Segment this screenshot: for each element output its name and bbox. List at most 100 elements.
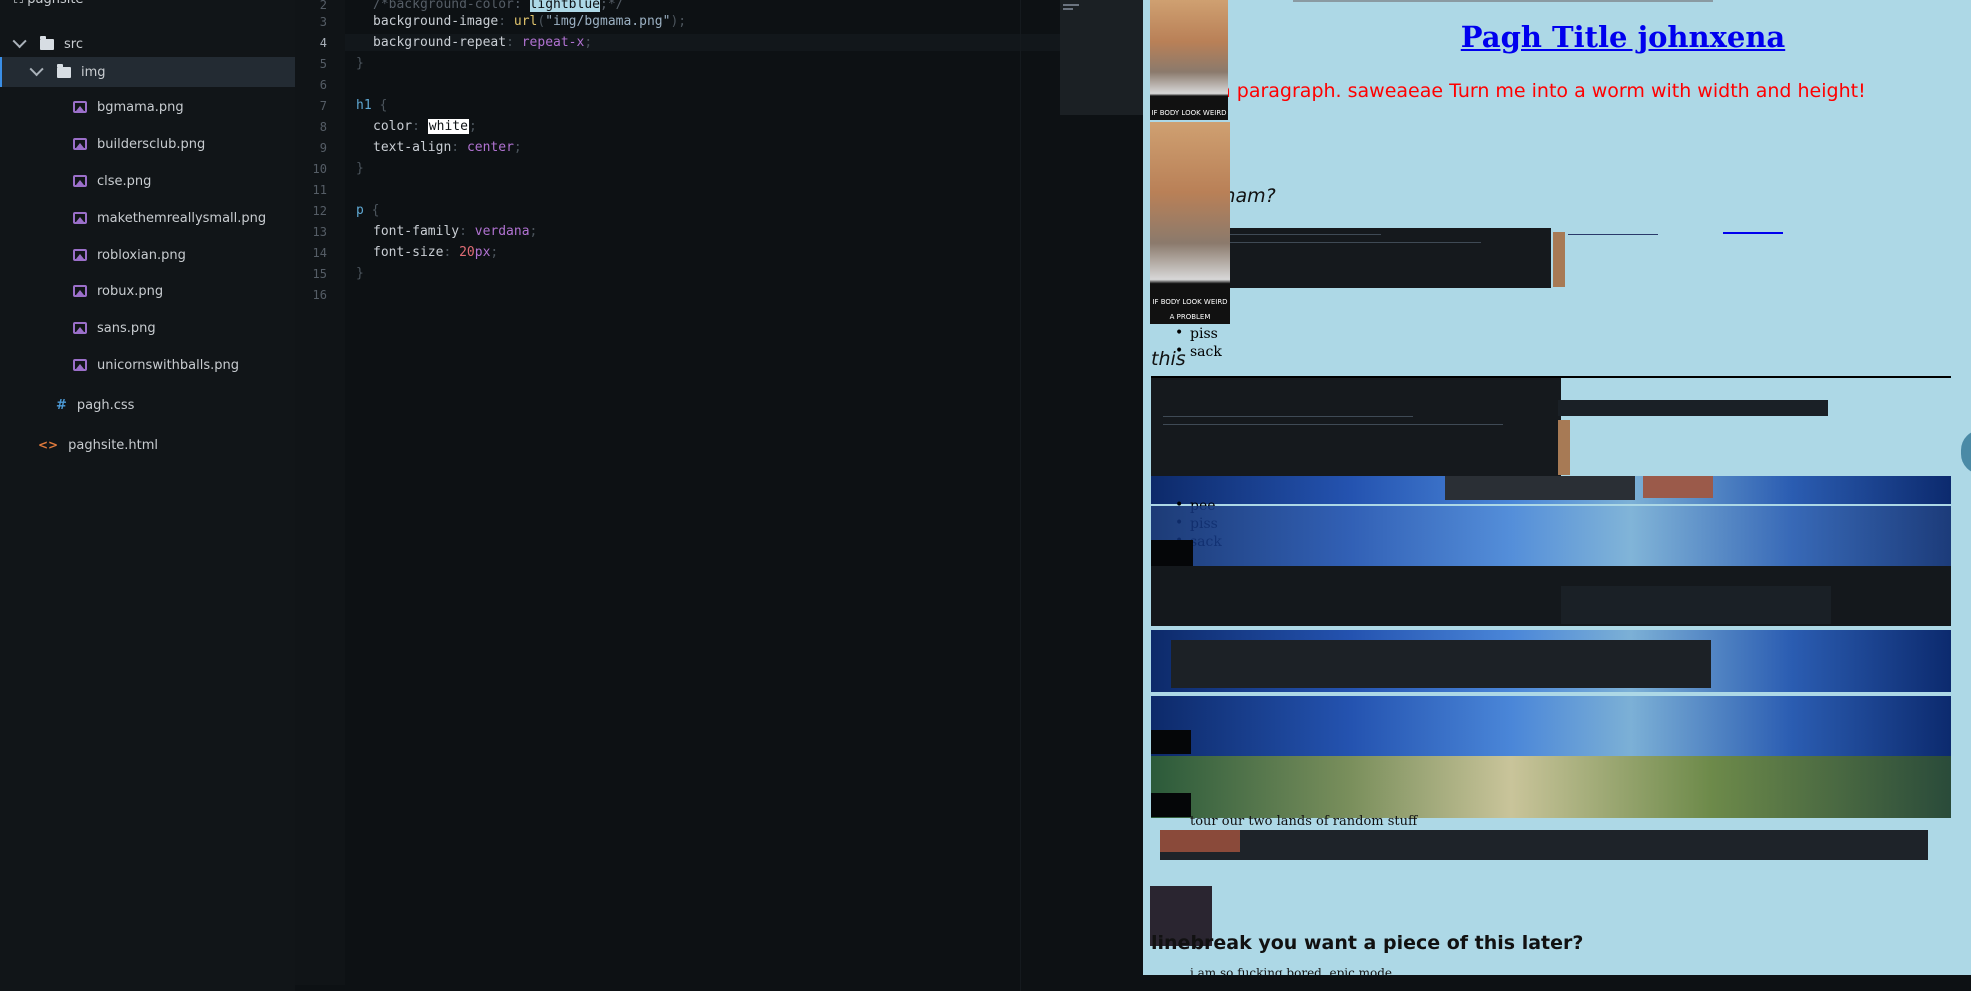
scroll-handle[interactable] (1961, 430, 1971, 474)
list-item: sack (1175, 343, 1222, 360)
file-makethemreallysmall[interactable]: makethemreallysmall.png (0, 203, 295, 233)
embedded-screenshot (1445, 476, 1635, 500)
embedded-screenshot (1151, 793, 1191, 817)
screenshot-line (1568, 234, 1658, 235)
heading-linebreak: linebreak you want a piece of this later… (1151, 932, 1584, 954)
folder-icon (40, 35, 54, 50)
line-number: 3 (319, 15, 327, 29)
code-line-9: text-align: center; (373, 140, 522, 155)
file-unicornswithballs[interactable]: unicornswithballs.png (0, 350, 295, 380)
code-line-13: font-family: verdana; (373, 224, 538, 239)
file-sans[interactable]: sans.png (0, 313, 295, 343)
embedded-screenshot (1558, 400, 1828, 416)
file-bgmama[interactable]: bgmama.png (0, 92, 295, 122)
code-line-15: } (356, 266, 364, 281)
project-root[interactable]: ⛶ paghsite (14, 0, 83, 7)
line-number: 14 (312, 246, 327, 260)
line-number: 7 (319, 99, 327, 113)
css-file-icon: # (56, 397, 67, 413)
file-pagh-css[interactable]: # pagh.css (0, 390, 295, 420)
file-clse[interactable]: clse.png (0, 166, 295, 196)
folder-img[interactable]: img (0, 57, 295, 87)
file-label: clse.png (97, 173, 152, 189)
html-file-icon: <> (38, 438, 59, 452)
embedded-screenshot (1171, 640, 1711, 688)
line-number: 12 (312, 204, 327, 218)
browser-preview[interactable]: Pagh Title johnxena This is a paragraph.… (1143, 0, 1971, 975)
image-file-icon (73, 212, 87, 224)
line-number: 16 (312, 288, 327, 302)
embedded-screenshot (1553, 232, 1565, 287)
screenshot-line (1163, 424, 1503, 425)
background-strip (1151, 696, 1951, 756)
file-label: robux.png (97, 283, 164, 299)
file-label: makethemreallysmall.png (97, 210, 267, 226)
page-paragraph: This is a paragraph. saweaeae Turn me in… (1153, 80, 1866, 102)
list-item: piss (1175, 325, 1218, 342)
image-file-icon (73, 175, 87, 187)
image-file-icon (73, 101, 87, 113)
file-explorer-sidebar: ⛶ paghsite src img bgmama.png builderscl… (0, 0, 295, 991)
photo-caption: IF BODY LOOK WEIRD (1151, 109, 1227, 117)
chevron-down-icon (29, 62, 44, 77)
background-strip (1151, 506, 1951, 566)
line-number: 2 (319, 0, 327, 12)
code-editor[interactable]: 2 3 4 5 6 7 8 9 10 11 12 13 14 15 16 /*b… (295, 0, 1145, 991)
minimap-line (1063, 8, 1073, 10)
file-robux[interactable]: robux.png (0, 276, 295, 306)
face-photo: IF BODY LOOK WEIRD (1150, 0, 1228, 120)
image-file-icon (73, 285, 87, 297)
code-line-8: color: white; (373, 119, 477, 134)
file-buildersclub[interactable]: buildersclub.png (0, 129, 295, 159)
line-number: 13 (312, 225, 327, 239)
embedded-screenshot (1151, 540, 1193, 566)
project-icon: ⛶ (14, 0, 27, 7)
line-number: 15 (312, 267, 327, 281)
file-label: paghsite.html (68, 437, 159, 453)
project-name: paghsite (27, 0, 83, 7)
code-line-14: font-size: 20px; (373, 245, 499, 260)
embedded-screenshot (1643, 476, 1713, 498)
editor-ruler (1020, 0, 1021, 991)
line-number: 8 (319, 120, 327, 134)
background-strip (1151, 756, 1951, 818)
image-file-icon (73, 138, 87, 150)
code-line-7: h1 { (356, 98, 388, 113)
background-strip (1151, 566, 1951, 626)
photo-caption: A PROBLEM (1169, 313, 1211, 321)
line-number: 5 (319, 57, 327, 71)
file-paghsite-html[interactable]: <> paghsite.html (0, 430, 295, 460)
image-file-icon (73, 322, 87, 334)
heading-this: this (1151, 348, 1186, 370)
embedded-screenshot (1160, 830, 1240, 852)
line-number-current: 4 (319, 36, 327, 50)
line-number: 6 (319, 78, 327, 92)
code-line-5: } (356, 56, 364, 71)
code-line-2: /*background-color: lightblue;*/ (373, 0, 623, 12)
file-label: pagh.css (76, 397, 135, 413)
chevron-down-icon (12, 34, 27, 49)
folder-label: src (64, 36, 83, 52)
file-label: bgmama.png (97, 99, 184, 115)
image-file-icon (73, 249, 87, 261)
embedded-screenshot (1561, 586, 1831, 624)
file-label: unicornswithballs.png (97, 357, 239, 373)
code-line-4: background-repeat: repeat-x; (373, 35, 593, 50)
embedded-screenshot (1558, 420, 1570, 475)
minimap[interactable] (1060, 0, 1145, 115)
minimap-line (1063, 4, 1079, 6)
image-file-icon (73, 359, 87, 371)
file-label: robloxian.png (97, 247, 186, 263)
folder-label: img (81, 64, 106, 80)
folder-src[interactable]: src (0, 29, 295, 59)
line-number: 9 (319, 141, 327, 155)
background-strip (1160, 830, 1928, 860)
photo-caption: IF BODY LOOK WEIRD (1152, 298, 1228, 306)
page-title-link[interactable]: Pagh Title johnxena (1423, 20, 1823, 54)
line-number-gutter: 2 3 4 5 6 7 8 9 10 11 12 13 14 15 16 (295, 0, 345, 985)
code-line-3: background-image: url("img/bgmama.png"); (373, 14, 687, 29)
face-photo: IF BODY LOOK WEIRD A PROBLEM (1150, 122, 1230, 324)
code-line-10: } (356, 161, 364, 176)
file-robloxian[interactable]: robloxian.png (0, 240, 295, 270)
preview-top-bar (1293, 0, 1713, 2)
